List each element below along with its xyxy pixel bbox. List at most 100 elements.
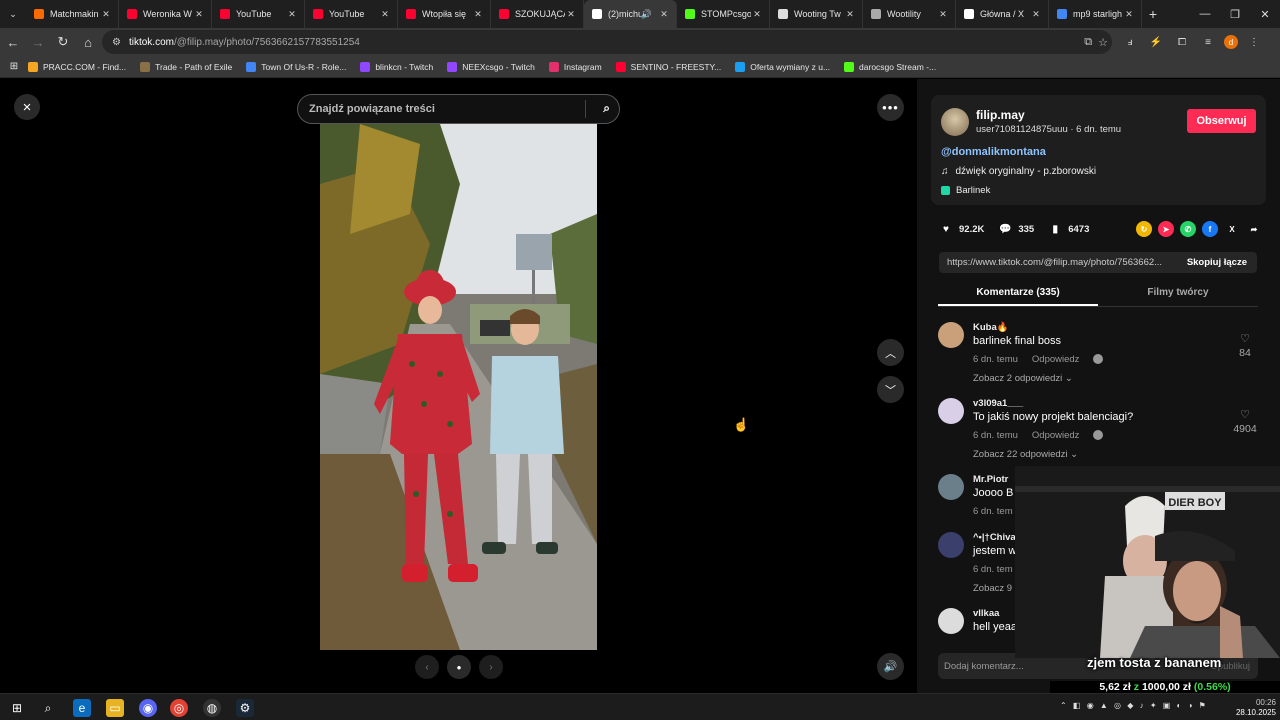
next-post-icon[interactable]: ﹀ (877, 376, 904, 403)
discord-icon[interactable]: ◉ (139, 699, 157, 717)
bookmark-item[interactable]: darocsgo Stream -... (844, 61, 936, 72)
home-icon[interactable]: ⌂ (76, 30, 100, 54)
related-search-input[interactable]: Znajdź powiązane treści ⌕ (297, 94, 620, 124)
extensions-puzzle-icon[interactable]: ⧠ (1172, 32, 1192, 52)
chrome-menu-icon[interactable]: ⋮ (1244, 32, 1264, 52)
browser-tab[interactable]: (2)michu 🔊 ✕ (584, 0, 677, 28)
more-options-icon[interactable]: ••• (877, 94, 904, 121)
like-stat[interactable]: ♥ 92.2K (939, 222, 984, 236)
next-photo-icon[interactable]: › (479, 655, 503, 679)
view-replies-button[interactable]: Zobacz 22 odpowiedzi ⌄ (973, 449, 1078, 460)
view-replies-button[interactable]: Zobacz 2 odpowiedzi ⌄ (973, 373, 1073, 384)
x-icon[interactable]: X (1224, 221, 1240, 237)
copy-link-button[interactable]: Skopiuj łącze (1187, 257, 1247, 268)
taskbar-clock[interactable]: 00:26 28.10.2025 (1234, 698, 1276, 718)
tab-close-icon[interactable]: ✕ (565, 9, 577, 20)
bookmark-item[interactable]: NEEXcsgo - Twitch (447, 61, 535, 72)
browser-tab[interactable]: Wooting Tw ✕ (770, 0, 863, 28)
tab-close-icon[interactable]: ✕ (100, 9, 112, 20)
browser-tab[interactable]: YouTube ✕ (305, 0, 398, 28)
browser-tab[interactable]: SZOKUJĄCA ✕ (491, 0, 584, 28)
whatsapp-icon[interactable]: ✆ (1180, 221, 1196, 237)
close-icon[interactable]: × (14, 94, 40, 120)
commenter-avatar[interactable] (938, 398, 964, 424)
close-window-icon[interactable]: ✕ (1250, 0, 1280, 28)
author-avatar[interactable] (941, 108, 969, 136)
reply-button[interactable]: Odpowiedz (1032, 354, 1080, 365)
restore-icon[interactable]: ❐ (1220, 0, 1250, 28)
extension-icon[interactable]: ⅎ (1120, 32, 1140, 52)
browser-tab[interactable]: mp9 starligh ✕ (1049, 0, 1142, 28)
commenter-name[interactable]: Kuba🔥 (973, 322, 1009, 333)
bookmark-item[interactable]: Town Of Us-R - Role... (246, 61, 346, 72)
browser-tab[interactable]: Główna / X ✕ (956, 0, 1049, 28)
back-icon[interactable]: ← (1, 30, 25, 54)
tab-audio-icon[interactable]: 🔊 (641, 9, 652, 20)
share-arrow-icon[interactable]: ➦ (1246, 221, 1262, 237)
photo-dot-indicator[interactable]: ● (447, 655, 471, 679)
browser-tab[interactable]: Matchmakin ✕ (26, 0, 119, 28)
tab-close-icon[interactable]: ✕ (379, 9, 391, 20)
save-stat[interactable]: ▮ 6473 (1048, 222, 1089, 236)
commenter-avatar[interactable] (938, 322, 964, 348)
post-sound[interactable]: ♫ dźwięk oryginalny - p.zborowski (941, 166, 1096, 177)
reply-button[interactable]: Odpowiedz (1032, 430, 1080, 441)
tab-creator-videos[interactable]: Filmy twórcy (1098, 279, 1258, 306)
bookmark-star-icon[interactable]: ☆ (1098, 36, 1108, 49)
tab-close-icon[interactable]: ✕ (937, 9, 949, 20)
comment-like[interactable]: ♡ 4904 (1230, 408, 1260, 435)
bookmark-item[interactable]: SENTINO - FREESTY... (615, 61, 721, 72)
follow-button[interactable]: Obserwuj (1187, 109, 1256, 133)
commenter-name[interactable]: ^•|†Chiva (973, 532, 1016, 543)
commenter-avatar[interactable] (938, 608, 964, 634)
forward-icon[interactable]: → (26, 30, 50, 54)
send-icon[interactable]: ➤ (1158, 221, 1174, 237)
windows-start-icon[interactable]: ⊞ (8, 699, 26, 717)
chrome-icon[interactable]: ◎ (170, 699, 188, 717)
apps-grid-icon[interactable]: ⊞ (0, 61, 28, 72)
browser-tab[interactable]: STOMPcsgo ✕ (677, 0, 770, 28)
tab-close-icon[interactable]: ✕ (1123, 9, 1135, 20)
tab-close-icon[interactable]: ✕ (658, 9, 670, 20)
address-bar[interactable]: ⚙ tiktok.com/@filip.may/photo/7563662157… (102, 30, 1112, 54)
bookmark-item[interactable]: Instagram (548, 61, 602, 72)
install-app-icon[interactable]: ⧉ (1084, 36, 1092, 49)
media-control-icon[interactable]: ≡ (1198, 32, 1218, 52)
facebook-icon[interactable]: f (1202, 221, 1218, 237)
tab-close-icon[interactable]: ✕ (1030, 9, 1042, 20)
volume-icon[interactable]: 🔊 (877, 653, 904, 680)
tab-close-icon[interactable]: ✕ (751, 9, 763, 20)
commenter-name[interactable]: v3l09a1___ (973, 398, 1023, 409)
taskbar-search-icon[interactable]: ⌕ (39, 699, 57, 717)
commenter-name[interactable]: Mr.Piotr (973, 474, 1008, 485)
comment-stat[interactable]: 💬 335 (998, 222, 1034, 236)
tab-comments[interactable]: Komentarze (335) (938, 279, 1098, 306)
repost-icon[interactable]: ↻ (1136, 221, 1152, 237)
commenter-avatar[interactable] (938, 474, 964, 500)
profile-avatar[interactable]: d (1224, 35, 1238, 49)
post-location[interactable]: Barlinek (941, 185, 990, 196)
extension-2-icon[interactable]: ⚡ (1146, 32, 1166, 52)
tab-close-icon[interactable]: ✕ (286, 9, 298, 20)
edge-icon[interactable]: e (73, 699, 91, 717)
tab-close-icon[interactable]: ✕ (844, 9, 856, 20)
steam-icon[interactable]: ⚙ (236, 699, 254, 717)
bookmark-item[interactable]: blinkcn - Twitch (360, 61, 433, 72)
obs-icon[interactable]: ◍ (203, 699, 221, 717)
commenter-name[interactable]: vllkaa (973, 608, 999, 619)
bookmark-item[interactable]: Trade - Path of Exile (140, 61, 232, 72)
reload-icon[interactable]: ↻ (51, 30, 75, 54)
bookmark-item[interactable]: Oferta wymiany z u... (735, 61, 830, 72)
browser-tab[interactable]: Weronika W ✕ (119, 0, 212, 28)
site-info-icon[interactable]: ⚙ (112, 37, 121, 48)
tab-search-icon[interactable]: ⌄ (0, 0, 26, 28)
post-mention-link[interactable]: @donmalikmontana (941, 146, 1046, 158)
comment-like[interactable]: ♡ 84 (1230, 332, 1260, 359)
browser-tab[interactable]: Wtopiła się ✕ (398, 0, 491, 28)
commenter-avatar[interactable] (938, 532, 964, 558)
author-username[interactable]: filip.may (976, 108, 1025, 122)
previous-post-icon[interactable]: ︿ (877, 339, 904, 366)
tab-close-icon[interactable]: ✕ (472, 9, 484, 20)
minimize-icon[interactable]: — (1190, 0, 1220, 28)
browser-tab[interactable]: Wootility ✕ (863, 0, 956, 28)
